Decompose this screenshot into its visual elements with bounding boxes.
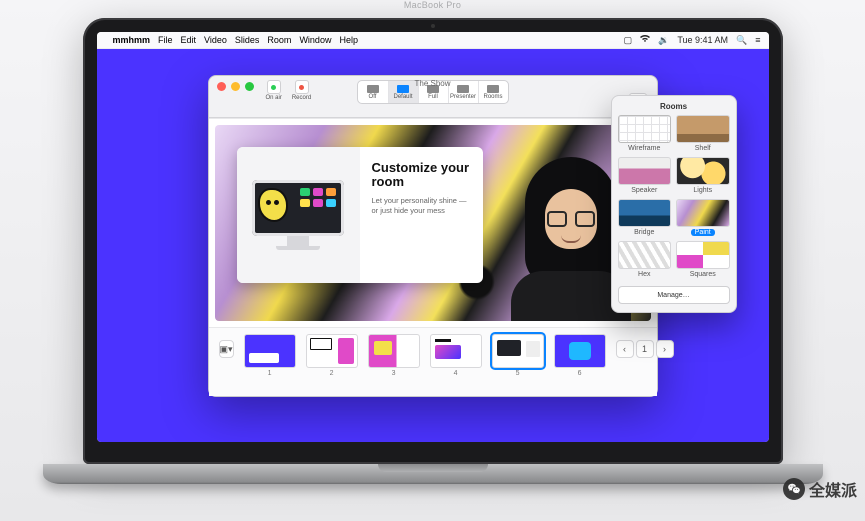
app-window: The Show On air: [208, 75, 658, 397]
laptop-frame: mmhmm File Edit Video Slides Room Window…: [83, 18, 783, 484]
record-label: Record: [292, 95, 311, 101]
room-wireframe[interactable]: Wireframe: [618, 115, 672, 152]
menu-video[interactable]: Video: [204, 35, 227, 45]
room-hex[interactable]: Hex: [618, 241, 672, 278]
watermark-text: 全媒派: [809, 477, 857, 501]
character-icon: [260, 190, 286, 220]
screen-bezel: mmhmm File Edit Video Slides Room Window…: [83, 18, 783, 464]
room-speaker[interactable]: Speaker: [618, 157, 672, 194]
macos-menubar: mmhmm File Edit Video Slides Room Window…: [97, 32, 769, 49]
menu-slides[interactable]: Slides: [235, 35, 260, 45]
pager-page[interactable]: 1: [636, 340, 654, 358]
camera-dot: [431, 24, 435, 28]
slide-thumb-6[interactable]: 6: [554, 334, 606, 377]
slide-card-art: [237, 147, 360, 283]
pager-prev[interactable]: ‹: [616, 340, 634, 358]
imac-illustration: [252, 180, 344, 250]
room-bridge[interactable]: Bridge: [618, 199, 672, 236]
volume-icon[interactable]: 🔉: [658, 35, 669, 46]
laptop-model-label: MacBook Pro: [404, 0, 461, 10]
onair-label: On air: [266, 95, 282, 101]
slide-card: Customize your room Let your personality…: [237, 147, 483, 283]
menu-help[interactable]: Help: [339, 35, 358, 45]
rooms-panel: Rooms Wireframe Shelf Speaker Lights Bri…: [611, 95, 737, 313]
menu-room[interactable]: Room: [267, 35, 291, 45]
stage: Customize your room Let your personality…: [209, 118, 657, 328]
manage-rooms-button[interactable]: Manage…: [618, 286, 730, 304]
menu-file[interactable]: File: [158, 35, 173, 45]
menu-window[interactable]: Window: [299, 35, 331, 45]
app-name[interactable]: mmhmm: [113, 35, 151, 45]
menu-edit[interactable]: Edit: [181, 35, 197, 45]
room-squares[interactable]: Squares: [676, 241, 730, 278]
spotlight-icon[interactable]: 🔍: [736, 35, 747, 46]
tray-pager: ‹ 1 ›: [616, 340, 674, 358]
color-tiles: [300, 188, 336, 207]
wechat-icon: [783, 478, 805, 500]
slide-card-heading: Customize your room: [372, 161, 471, 190]
room-lights[interactable]: Lights: [676, 157, 730, 194]
window-titlebar: The Show On air: [209, 76, 657, 118]
room-paint[interactable]: Paint: [676, 199, 730, 236]
source-watermark: 全媒派: [783, 477, 857, 501]
desktop-wallpaper: The Show On air: [97, 49, 769, 442]
tray-filter-button[interactable]: ▣▾: [219, 340, 234, 358]
slide-thumb-2[interactable]: 2: [306, 334, 358, 377]
slide-thumb-3[interactable]: 3: [368, 334, 420, 377]
slide-card-body: Let your personality shine — or just hid…: [372, 196, 471, 216]
screen: mmhmm File Edit Video Slides Room Window…: [97, 32, 769, 442]
slide-thumb-4[interactable]: 4: [430, 334, 482, 377]
menubar-menu-icon[interactable]: ≡: [755, 35, 760, 45]
rooms-panel-title: Rooms: [618, 102, 730, 111]
laptop-base: [43, 464, 823, 484]
slide-thumb-1[interactable]: 1: [244, 334, 296, 377]
preview-canvas[interactable]: Customize your room Let your personality…: [215, 125, 651, 321]
menubar-clock[interactable]: Tue 9:41 AM: [677, 35, 728, 45]
wifi-icon[interactable]: [640, 35, 650, 45]
slide-tray: ▣▾ 1 2 3 4 5 6 ‹ 1 ›: [209, 328, 657, 396]
airplay-icon[interactable]: ▢: [624, 35, 633, 46]
room-shelf[interactable]: Shelf: [676, 115, 730, 152]
slide-list: 1 2 3 4 5 6: [244, 334, 606, 377]
slide-thumb-5[interactable]: 5: [492, 334, 544, 377]
pager-next[interactable]: ›: [656, 340, 674, 358]
window-title: The Show: [209, 79, 657, 88]
